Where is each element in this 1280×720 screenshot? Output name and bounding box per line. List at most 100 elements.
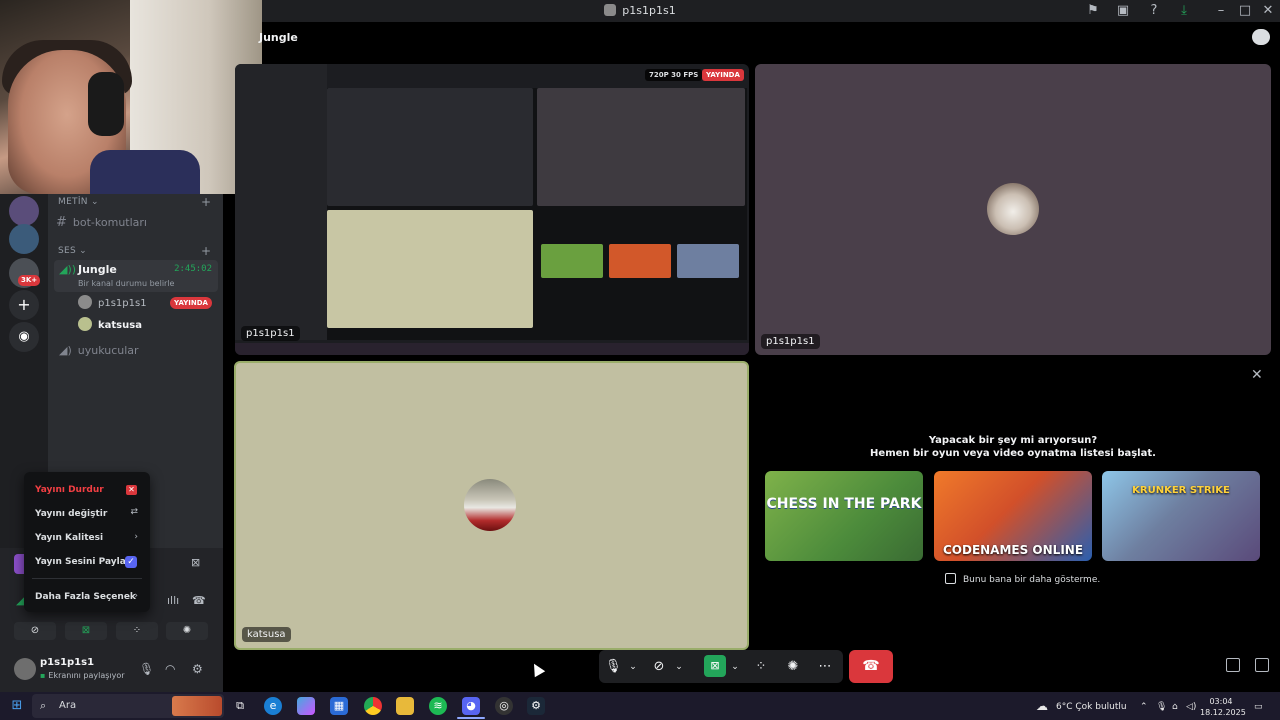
category-metin[interactable]: METİN ⌄ xyxy=(58,197,99,207)
chevron-up-icon[interactable]: ⌃ xyxy=(1140,702,1148,712)
camera-tile-katsusa[interactable]: katsusa xyxy=(234,361,749,650)
search-icon: ⌕ xyxy=(40,699,47,712)
discover-icon[interactable]: ◉ xyxy=(9,322,39,352)
avatar xyxy=(987,183,1039,235)
screen-share-button[interactable]: ⊠ xyxy=(704,655,726,677)
disconnect-button[interactable]: ☎ xyxy=(849,650,893,683)
screen-share-tile[interactable]: p1s1p1s1 xyxy=(235,64,749,355)
active-app-indicator xyxy=(457,717,485,719)
checkmark-icon[interactable]: ✓ xyxy=(125,556,137,568)
mute-icon[interactable]: 🎙 xyxy=(139,662,154,676)
chevron-down-icon[interactable]: ⌄ xyxy=(729,654,741,680)
game-card-codenames[interactable]: CODENAMES ONLINE xyxy=(934,471,1092,561)
window-title-text: p1s1p1s1 xyxy=(622,4,676,17)
voice-channel-jungle[interactable]: ◢)) Jungle 2:45:02 Bir kanal durumu beli… xyxy=(54,260,218,292)
activities-icon[interactable]: ⁘ xyxy=(752,654,770,680)
file-explorer-icon[interactable] xyxy=(396,697,414,715)
search-label: Ara xyxy=(59,700,77,711)
discord-icon[interactable]: ◕ xyxy=(462,697,480,715)
voice-member[interactable]: p1s1p1s1 xyxy=(78,295,147,313)
voice-channel-name: Jungle xyxy=(78,263,117,276)
soundboard-button[interactable]: ✺ xyxy=(166,622,208,640)
chevron-right-icon: › xyxy=(134,532,138,542)
channel-status[interactable]: Bir kanal durumu belirle xyxy=(78,279,174,288)
shared-screen-mini xyxy=(609,244,671,278)
shared-screen-mini xyxy=(677,244,739,278)
camera-off-button[interactable]: ⊘ xyxy=(14,622,56,640)
menu-item-more-options[interactable]: Daha Fazla Seçenek xyxy=(35,592,136,602)
volume-icon[interactable]: ◁) xyxy=(1186,702,1196,712)
camera-tile-p1s1p1s1[interactable]: p1s1p1s1 xyxy=(755,64,1271,355)
voice-member[interactable]: katsusa xyxy=(78,317,142,335)
server-icon[interactable] xyxy=(9,224,39,254)
system-clock[interactable]: 03:04 18.12.2025 xyxy=(1200,696,1246,718)
headphones-icon[interactable]: ◠ xyxy=(165,662,175,676)
close-icon[interactable]: ✕ xyxy=(1260,3,1276,19)
dont-show-again[interactable]: Bunu bana bir daha gösterme. xyxy=(945,573,1100,585)
soundboard-icon[interactable]: ✺ xyxy=(784,654,802,680)
screen-share-toggle[interactable]: ⊠ xyxy=(65,622,107,640)
text-channel-bot-komutlari[interactable]: # bot-komutları xyxy=(56,215,147,230)
store-icon[interactable]: ▦ xyxy=(330,697,348,715)
noise-suppression-icon[interactable]: ıllı xyxy=(167,594,179,607)
game-card-chess[interactable]: CHESS IN THE PARK xyxy=(765,471,923,561)
edge-icon[interactable]: e xyxy=(264,697,282,715)
minimize-icon[interactable]: – xyxy=(1213,3,1229,19)
discord-window: p1s1p1s1 ⚑ ▣ ? ⤓ – □ ✕ 3K+ + ◉ METİN ⌄ +… xyxy=(0,0,1280,720)
stream-quality-badge: 720P 30 FPS xyxy=(645,69,703,81)
menu-item-change-stream[interactable]: Yayını değiştir xyxy=(35,509,107,519)
avatar xyxy=(78,295,92,309)
add-channel-icon[interactable]: + xyxy=(201,195,211,209)
windows-start-icon[interactable]: ⊞ xyxy=(8,697,26,715)
weather-text[interactable]: 6°C Çok bulutlu xyxy=(1056,702,1127,712)
swap-screen-icon: ⇄ xyxy=(130,507,138,517)
microphone-tray-icon[interactable]: 🎙 xyxy=(1156,702,1167,712)
flag-icon[interactable]: ⚑ xyxy=(1085,3,1101,19)
add-server-icon[interactable]: + xyxy=(9,290,39,320)
camera-off-icon[interactable]: ⊘ xyxy=(650,654,668,680)
close-activities-icon[interactable]: ✕ xyxy=(1251,367,1263,383)
steam-icon[interactable]: ⚙ xyxy=(527,697,545,715)
channel-label: bot-komutları xyxy=(72,216,147,229)
spotify-icon[interactable]: ≋ xyxy=(429,697,447,715)
more-options-icon[interactable]: ⋯ xyxy=(816,654,834,680)
inbox-icon[interactable]: ▣ xyxy=(1115,3,1131,19)
copilot-icon[interactable] xyxy=(297,697,315,715)
speaker-icon: ◢) xyxy=(59,344,72,357)
game-title: KRUNKER STRIKE xyxy=(1132,485,1230,496)
fullscreen-icon[interactable] xyxy=(1255,658,1269,672)
menu-item-stop-stream[interactable]: Yayını Durdur xyxy=(35,485,104,495)
help-icon[interactable]: ? xyxy=(1146,3,1162,19)
speaker-icon: ◢)) xyxy=(59,263,77,276)
obs-icon[interactable]: ◎ xyxy=(495,697,513,715)
pop-out-icon[interactable] xyxy=(1226,658,1240,672)
chrome-icon[interactable] xyxy=(364,697,382,715)
stop-stream-icon[interactable]: ⊠ xyxy=(191,556,200,569)
menu-item-stream-quality[interactable]: Yayın Kalitesi xyxy=(35,533,103,543)
download-icon[interactable]: ⤓ xyxy=(1176,3,1192,19)
maximize-icon[interactable]: □ xyxy=(1237,3,1253,19)
voice-channel-uyukucular[interactable]: ◢) uyukucular xyxy=(59,344,139,357)
microphone-icon[interactable]: 🎙 xyxy=(605,654,622,680)
category-label: METİN xyxy=(58,197,88,207)
task-view-icon[interactable]: ⧉ xyxy=(231,697,249,715)
add-channel-icon[interactable]: + xyxy=(201,244,211,258)
avatar xyxy=(464,479,516,531)
category-ses[interactable]: SES ⌄ xyxy=(58,246,87,256)
server-icon[interactable] xyxy=(9,196,39,226)
game-card-krunker[interactable]: KRUNKER STRIKE xyxy=(1102,471,1260,561)
chat-icon[interactable] xyxy=(1252,29,1270,45)
taskbar-search[interactable]: ⌕ Ara xyxy=(32,694,224,718)
activities-button[interactable]: ⁘ xyxy=(116,622,158,640)
menu-item-share-audio[interactable]: Yayın Sesini Paylaş xyxy=(35,557,131,567)
notification-icon[interactable]: ▭ xyxy=(1254,702,1263,712)
user-status-text: Ekranını paylaşıyor xyxy=(48,671,125,680)
chevron-down-icon[interactable]: ⌄ xyxy=(673,654,685,680)
disconnect-icon[interactable]: ☎ xyxy=(192,594,206,607)
checkbox[interactable] xyxy=(945,573,956,584)
username[interactable]: p1s1p1s1 xyxy=(40,657,94,668)
avatar[interactable] xyxy=(14,658,36,680)
network-icon[interactable]: ⌂ xyxy=(1172,702,1178,712)
chevron-down-icon[interactable]: ⌄ xyxy=(627,654,639,680)
settings-gear-icon[interactable]: ⚙ xyxy=(192,662,203,676)
